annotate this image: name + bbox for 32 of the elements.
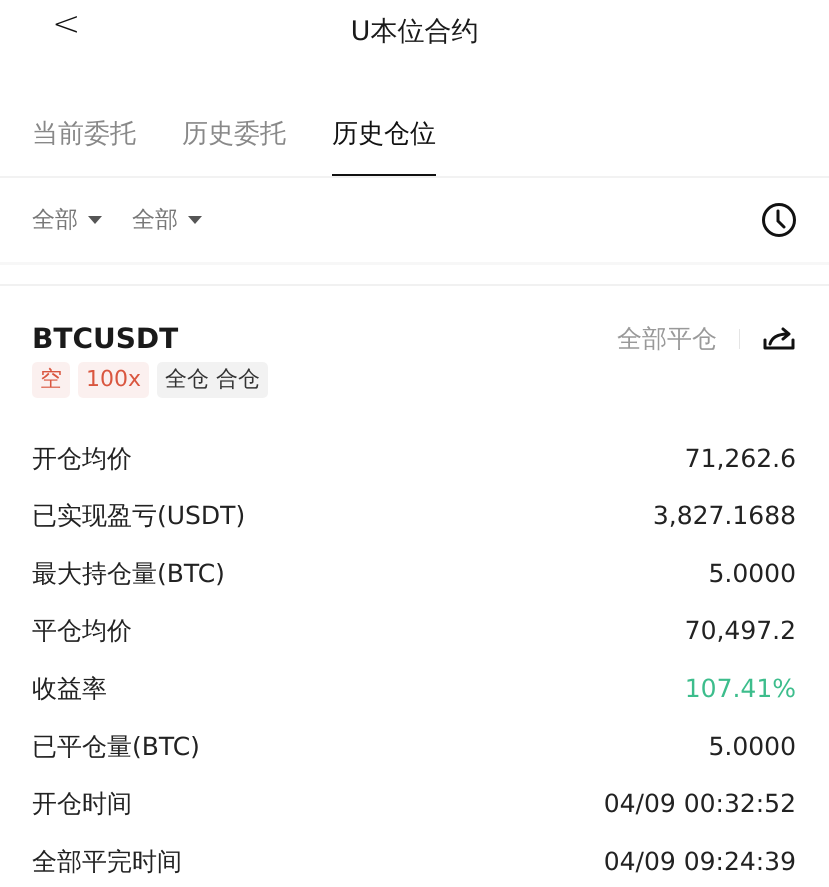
tab[interactable]: 当前委托 <box>32 65 136 176</box>
field-value: 3,827.1688 <box>652 500 796 532</box>
share-icon[interactable] <box>762 326 796 352</box>
field-label: 已实现盈亏(USDT) <box>32 500 246 532</box>
field-value: 5.0000 <box>708 558 796 590</box>
field-value: 70,497.2 <box>684 615 796 648</box>
field-label: 开仓均价 <box>32 442 132 475</box>
field-label: 收益率 <box>32 672 107 705</box>
field-value: 5.0000 <box>708 730 796 763</box>
field-label: 全部平完时间 <box>32 846 182 878</box>
field-label: 开仓时间 <box>32 788 132 820</box>
field-label: 已平仓量(BTC) <box>32 730 200 763</box>
tab[interactable]: 历史委托 <box>182 65 286 176</box>
tab[interactable]: 历史仓位 <box>332 65 436 176</box>
clock-icon[interactable] <box>761 202 797 238</box>
tag: 空 <box>32 362 70 398</box>
close-all-button[interactable]: 全部平仓 <box>617 320 717 358</box>
field-label: 最大持仓量(BTC) <box>32 558 225 590</box>
filter-dropdown[interactable]: 全部 <box>32 202 102 238</box>
caret-icon <box>88 216 102 224</box>
field-label: 平仓均价 <box>32 615 132 648</box>
symbol-title: BTCUSDT <box>32 320 178 357</box>
field-value: 04/09 00:32:52 <box>604 788 796 820</box>
field-value: 107.41% <box>684 672 796 705</box>
tag: 100x <box>78 362 150 398</box>
tag: 全仓 合仓 <box>157 362 268 398</box>
page-title: U本位合约 <box>350 16 478 47</box>
field-value: 04/09 09:24:39 <box>604 846 796 878</box>
caret-icon <box>188 216 202 224</box>
field-value: 71,262.6 <box>684 442 796 475</box>
filter-dropdown[interactable]: 全部 <box>132 202 202 238</box>
back-button[interactable]: < <box>46 2 86 46</box>
